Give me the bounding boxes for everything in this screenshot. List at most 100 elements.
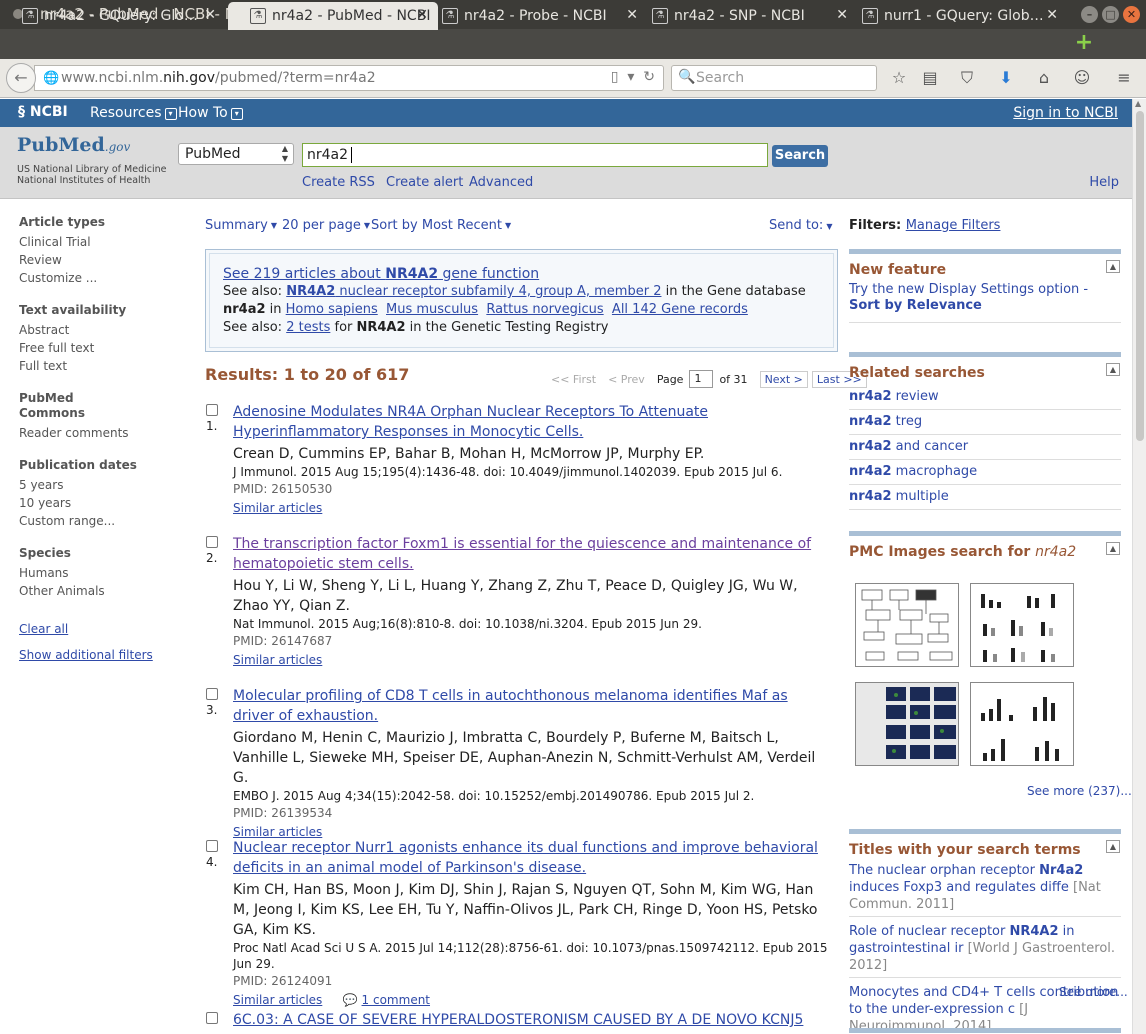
page-scrollbar[interactable]: ▲ <box>1132 99 1146 1034</box>
result-checkbox[interactable] <box>206 1012 218 1024</box>
related-search-item[interactable]: nr4a2 multiple <box>849 485 1121 510</box>
send-to-dropdown[interactable]: Send to: ▼ <box>769 218 832 233</box>
search-button[interactable]: Search <box>772 145 828 167</box>
rattus-norvegicus-link[interactable]: Rattus norvegicus <box>486 302 603 317</box>
tab-pubmed-nr4a2[interactable]: ⚗ nr4a2 - PubMed - NCBI ✕ <box>228 2 438 30</box>
tab-snp-nr4a2[interactable]: ⚗ nr4a2 - SNP - NCBI ✕ <box>630 2 858 30</box>
show-additional-filters-link[interactable]: Show additional filters <box>19 648 153 662</box>
clear-all-link[interactable]: Clear all <box>19 622 68 636</box>
download-icon[interactable]: ⬇ <box>995 67 1017 89</box>
dropdown-arrow-icon[interactable]: ▾ <box>627 69 634 85</box>
new-tab-plus-icon[interactable]: + <box>1074 32 1094 54</box>
comment-link[interactable]: 1 comment <box>362 993 430 1007</box>
result-title-link[interactable]: The transcription factor Foxm1 is essent… <box>233 536 811 572</box>
url-bar[interactable]: 🌐 www.ncbi.nlm.nih.gov/pubmed/?term=nr4a… <box>34 65 664 91</box>
see-articles-link[interactable]: See 219 articles about NR4A2 gene functi… <box>223 266 539 282</box>
tab-close-icon[interactable]: ✕ <box>204 7 216 23</box>
search-query-input[interactable]: nr4a2 <box>302 143 768 167</box>
related-search-item[interactable]: nr4a2 review <box>849 385 1121 410</box>
collapse-icon[interactable]: ▲ <box>1106 260 1120 273</box>
pmc-image-thumbnail[interactable] <box>970 682 1074 766</box>
pmc-image-thumbnail[interactable] <box>970 583 1074 667</box>
tab-close-icon[interactable]: ✕ <box>1046 7 1058 23</box>
filter-customize[interactable]: Customize ... <box>19 269 189 287</box>
title-with-terms-item[interactable]: Role of nuclear receptor NR4A2 in gastro… <box>849 923 1121 978</box>
manage-filters-link[interactable]: Manage Filters <box>906 218 1001 233</box>
browser-search-input[interactable]: 🔍 Search <box>671 65 877 91</box>
bookmark-star-icon[interactable]: ☆ <box>888 67 910 89</box>
result-title-link[interactable]: 6C.03: A CASE OF SEVERE HYPERALDOSTERONI… <box>233 1012 803 1028</box>
summary-format-dropdown[interactable]: Summary ▼ <box>205 218 277 233</box>
similar-articles-link[interactable]: Similar articles <box>233 501 322 515</box>
reader-view-icon[interactable]: ▯ <box>611 69 619 85</box>
resources-menu[interactable]: Resources ▾ <box>90 105 177 121</box>
sign-in-link[interactable]: Sign in to NCBI <box>1013 105 1118 121</box>
hello-icon[interactable]: ☺ <box>1071 67 1093 89</box>
filter-clinical-trial[interactable]: Clinical Trial <box>19 233 189 251</box>
tab-gquery-nurr1[interactable]: ⚗ nurr1 - GQuery: Glob… ✕ <box>840 2 1068 30</box>
tab-gquery-nr4a2[interactable]: ⚗ nr4a2 - GQuery: Glo… ✕ <box>0 2 226 30</box>
database-select[interactable]: PubMed ▲ ▼ <box>178 143 294 165</box>
related-search-item[interactable]: nr4a2 and cancer <box>849 435 1121 460</box>
result-checkbox[interactable] <box>206 688 218 700</box>
filter-other-animals[interactable]: Other Animals <box>19 582 189 600</box>
help-link[interactable]: Help <box>1089 175 1119 190</box>
tab-probe-nr4a2[interactable]: ⚗ nr4a2 - Probe - NCBI ✕ <box>420 2 648 30</box>
pmc-image-thumbnail[interactable] <box>855 583 959 667</box>
filter-abstract[interactable]: Abstract <box>19 321 189 339</box>
reload-icon[interactable]: ↻ <box>643 69 655 85</box>
scrollbar-thumb[interactable] <box>1136 111 1144 441</box>
pubmed-logo[interactable]: PubMed.gov <box>17 134 130 156</box>
mus-musculus-link[interactable]: Mus musculus <box>386 302 478 317</box>
result-title-link[interactable]: Molecular profiling of CD8 T cells in au… <box>233 688 788 724</box>
close-window-icon[interactable]: ✕ <box>1123 6 1140 23</box>
related-search-item[interactable]: nr4a2 treg <box>849 410 1121 435</box>
menu-icon[interactable]: ≡ <box>1113 67 1135 89</box>
scroll-up-arrow-icon[interactable]: ▲ <box>1135 99 1141 108</box>
related-search-item[interactable]: nr4a2 macrophage <box>849 460 1121 485</box>
filter-humans[interactable]: Humans <box>19 564 189 582</box>
homo-sapiens-link[interactable]: Homo sapiens <box>286 302 378 317</box>
page-number-input[interactable]: 1 <box>689 370 714 388</box>
filter-10-years[interactable]: 10 years <box>19 494 189 512</box>
filter-free-full-text[interactable]: Free full text <box>19 339 189 357</box>
titles-see-more-link[interactable]: See more... <box>1059 985 1128 999</box>
pmc-see-more-link[interactable]: See more (237)... <box>1027 784 1132 798</box>
create-rss-link[interactable]: Create RSS <box>302 175 375 190</box>
result-checkbox[interactable] <box>206 536 218 548</box>
bookmarks-list-icon[interactable]: ▤ <box>919 67 941 89</box>
per-page-dropdown[interactable]: 20 per page ▼ <box>282 218 370 233</box>
title-with-terms-item[interactable]: The nuclear orphan receptor Nr4a2 induce… <box>849 862 1121 917</box>
result-checkbox[interactable] <box>206 840 218 852</box>
title-link[interactable]: The nuclear orphan receptor Nr4a2 induce… <box>849 863 1083 895</box>
tests-link[interactable]: 2 tests <box>286 320 330 335</box>
minimize-icon[interactable]: – <box>1081 6 1098 23</box>
ncbi-logo[interactable]: § NCBI <box>18 104 68 120</box>
back-button[interactable]: ← <box>6 63 36 93</box>
filter-5-years[interactable]: 5 years <box>19 476 189 494</box>
sort-dropdown[interactable]: Sort by Most Recent ▼ <box>371 218 511 233</box>
filter-custom-range[interactable]: Custom range... <box>19 512 189 530</box>
next-page-button[interactable]: Next > <box>759 370 808 388</box>
advanced-link[interactable]: Advanced <box>469 175 533 190</box>
result-checkbox[interactable] <box>206 404 218 416</box>
pmc-image-thumbnail[interactable] <box>855 682 959 766</box>
create-alert-link[interactable]: Create alert <box>386 175 463 190</box>
similar-articles-link[interactable]: Similar articles <box>233 653 322 667</box>
similar-articles-link[interactable]: Similar articles <box>233 825 322 839</box>
all-gene-records-link[interactable]: All 142 Gene records <box>612 302 748 317</box>
home-icon[interactable]: ⌂ <box>1033 67 1055 89</box>
filter-reader-comments[interactable]: Reader comments <box>19 424 189 442</box>
result-title-link[interactable]: Adenosine Modulates NR4A Orphan Nuclear … <box>233 404 708 440</box>
gene-record-link[interactable]: NR4A2 nuclear receptor subfamily 4, grou… <box>286 284 661 299</box>
filter-review[interactable]: Review <box>19 251 189 269</box>
filter-full-text[interactable]: Full text <box>19 357 189 375</box>
similar-articles-link[interactable]: Similar articles <box>233 993 322 1007</box>
sort-by-relevance-link[interactable]: Sort by Relevance <box>849 298 1121 323</box>
collapse-icon[interactable]: ▲ <box>1106 363 1120 376</box>
maximize-icon[interactable]: □ <box>1102 6 1119 23</box>
result-title-link[interactable]: Nuclear receptor Nurr1 agonists enhance … <box>233 840 818 876</box>
howto-menu[interactable]: How To ▾ <box>178 105 243 121</box>
collapse-icon[interactable]: ▲ <box>1106 840 1120 853</box>
pocket-icon[interactable]: ⛉ <box>956 67 978 89</box>
